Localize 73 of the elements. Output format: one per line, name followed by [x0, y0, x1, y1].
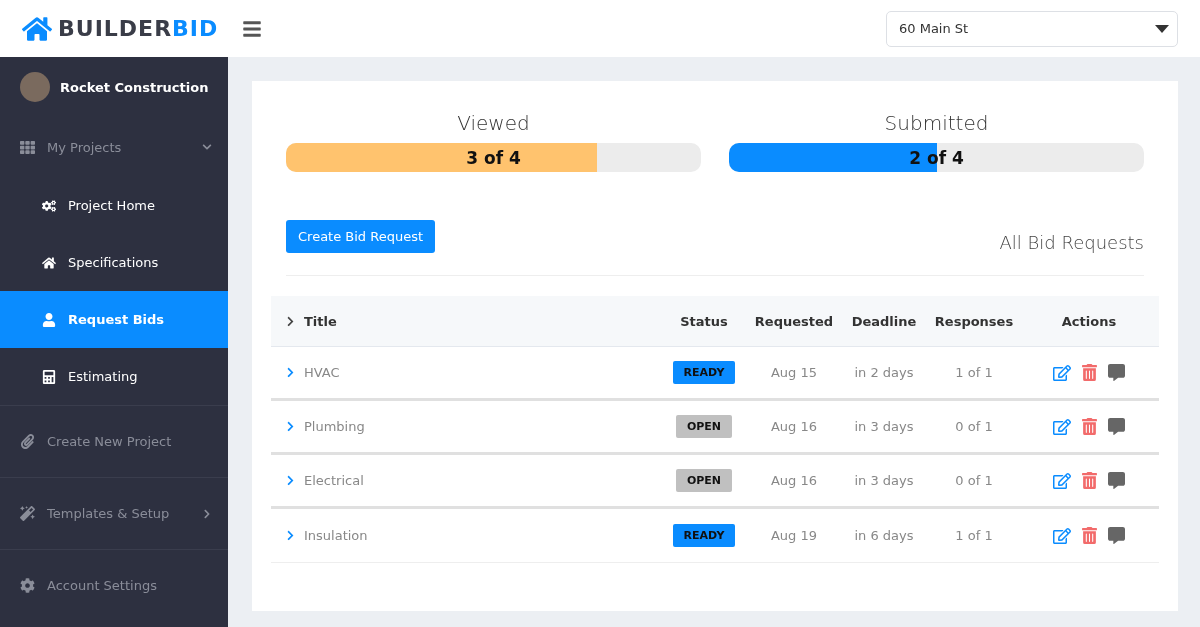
status-badge: OPEN: [675, 469, 733, 492]
table-cell: Aug 19: [770, 528, 818, 543]
expand-icon[interactable]: [285, 421, 296, 432]
sidebar-item[interactable]: Templates & Setup: [0, 477, 228, 549]
column-header: Status: [659, 296, 749, 347]
sidebar-item[interactable]: Create New Project: [0, 405, 228, 477]
sidebar-item[interactable]: Account Settings: [0, 549, 228, 621]
status-badge: OPEN: [675, 415, 733, 438]
table-cell: 0 of 1: [955, 419, 993, 434]
row-title: Insulation: [304, 528, 368, 543]
logo-text: BUILDERBID: [58, 16, 219, 41]
progress-reading: 3 of 4: [466, 147, 521, 168]
sidebar-subitem[interactable]: Estimating: [0, 348, 228, 405]
sidebar-subitem[interactable]: Specifications: [0, 234, 228, 291]
nav-icon: [20, 139, 35, 155]
table-cell: 1 of 1: [955, 365, 993, 380]
progress-title: Viewed: [457, 111, 530, 135]
nav-icon: [42, 369, 56, 384]
table-cell: 0 of 1: [955, 473, 993, 488]
trash-icon[interactable]: [1081, 364, 1098, 381]
table-cell: in 3 days: [854, 419, 914, 434]
trash-icon[interactable]: [1081, 472, 1098, 489]
edit-icon[interactable]: [1053, 526, 1071, 545]
chevron-down-icon: [202, 142, 212, 152]
nav-icon: [42, 198, 56, 213]
sidebar-item[interactable]: My Projects: [0, 117, 228, 177]
caret-icon: [1155, 24, 1169, 33]
sidebar-subitem[interactable]: Request Bids: [0, 291, 228, 348]
menu-icon[interactable]: [242, 18, 262, 39]
table-cell: Aug 16: [770, 419, 818, 434]
comment-icon[interactable]: [1108, 364, 1125, 381]
trash-icon[interactable]: [1081, 527, 1098, 544]
progress-reading: 2 of 4: [909, 147, 964, 168]
column-header[interactable]: Title: [271, 296, 659, 347]
chevron-right-icon: [285, 315, 296, 327]
edit-icon[interactable]: [1053, 417, 1071, 436]
table-cell: in 6 days: [854, 528, 914, 543]
progress-title: Submitted: [884, 111, 989, 135]
nav-icon: [20, 506, 35, 521]
nav-icon: [20, 434, 35, 449]
nav-icon: [20, 578, 35, 593]
comment-icon[interactable]: [1108, 472, 1125, 489]
comment-icon[interactable]: [1108, 418, 1125, 435]
expand-icon[interactable]: [285, 530, 296, 541]
row-title: HVAC: [304, 365, 340, 380]
column-header: Requested: [749, 296, 839, 347]
row-title: Electrical: [304, 473, 364, 488]
table-cell: in 2 days: [854, 365, 914, 380]
project-select[interactable]: 60 Main St: [886, 10, 1178, 47]
table-cell: Aug 15: [770, 365, 818, 380]
avatar: [20, 72, 50, 102]
nav-icon: [42, 312, 56, 327]
table-cell: in 3 days: [854, 473, 914, 488]
chevron-right-icon: [202, 508, 212, 519]
status-badge: READY: [672, 361, 736, 384]
expand-icon[interactable]: [285, 475, 296, 486]
table-cell: 1 of 1: [955, 528, 993, 543]
column-header: Actions: [1019, 296, 1159, 347]
sidebar-subitem[interactable]: Project Home: [0, 177, 228, 234]
table-cell: Aug 16: [770, 473, 818, 488]
nav-icon: [42, 255, 56, 270]
comment-icon[interactable]: [1108, 527, 1125, 544]
list-title: All Bid Requests: [999, 232, 1144, 253]
status-badge: READY: [672, 524, 736, 547]
edit-icon[interactable]: [1053, 471, 1071, 490]
row-title: Plumbing: [304, 419, 365, 434]
create-bid-request-button[interactable]: Create Bid Request: [286, 220, 436, 253]
trash-icon[interactable]: [1081, 418, 1098, 435]
column-header: Deadline: [839, 296, 929, 347]
edit-icon[interactable]: [1053, 363, 1071, 382]
column-header: Responses: [929, 296, 1019, 347]
profile-name: Rocket Construction: [60, 79, 209, 95]
expand-icon[interactable]: [285, 367, 296, 378]
